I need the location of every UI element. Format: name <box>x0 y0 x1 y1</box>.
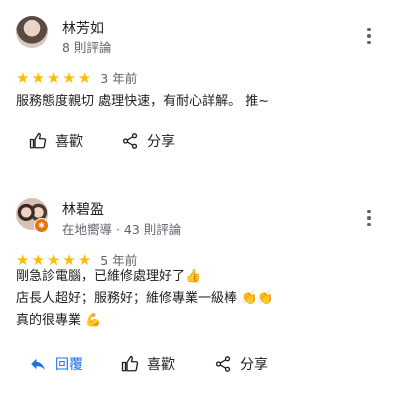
share-button[interactable]: 分享 <box>121 131 175 151</box>
share-button[interactable]: 分享 <box>214 354 268 374</box>
more-options-icon[interactable] <box>362 208 376 228</box>
reviewer-review-count: 8 則評論 <box>62 40 112 55</box>
share-icon <box>122 133 138 149</box>
star-icon: ★ <box>16 68 30 87</box>
more-options-icon[interactable] <box>362 26 376 46</box>
like-button[interactable]: 喜歡 <box>121 354 175 374</box>
reviewer-avatar[interactable] <box>16 16 48 48</box>
review-text: 剛急診電腦，已維修處理好了👍 店長人超好；服務好；維修專業一級棒 👏👏 真的很專… <box>16 266 274 332</box>
review-card: ✱ 林碧盈 在地嚮導 · 43 則評論 ★ ★ ★ ★ ★ 5 年前 剛急診電腦… <box>0 182 400 401</box>
reviewer-name[interactable]: 林碧盈 <box>62 199 104 219</box>
star-icon: ★ <box>77 68 92 87</box>
rating-row: ★ ★ ★ ★ ★ 3 年前 <box>16 68 137 87</box>
star-icon: ★ <box>46 68 61 87</box>
share-label: 分享 <box>240 357 268 373</box>
star-icon: ★ <box>62 68 76 87</box>
local-guide-badge-icon: ✱ <box>34 218 49 233</box>
review-text-line: 剛急診電腦，已維修處理好了👍 <box>16 269 202 284</box>
reply-label: 回覆 <box>55 357 83 373</box>
like-label: 喜歡 <box>55 134 83 150</box>
review-date: 3 年前 <box>100 71 138 86</box>
thumb-up-icon <box>29 132 47 149</box>
thumb-up-icon <box>121 355 139 372</box>
star-rating: ★ ★ ★ ★ ★ <box>16 70 91 86</box>
review-text-line: 服務態度親切 處理快速，有耐心詳解。 推~ <box>16 94 270 109</box>
review-text: 服務態度親切 處理快速，有耐心詳解。 推~ <box>16 91 269 113</box>
like-label: 喜歡 <box>147 357 175 373</box>
share-label: 分享 <box>147 134 175 150</box>
reply-icon <box>31 358 45 370</box>
star-icon: ★ <box>31 68 45 87</box>
reply-button[interactable]: 回覆 <box>29 354 83 374</box>
like-button[interactable]: 喜歡 <box>29 131 83 151</box>
reviewer-review-count: 在地嚮導 · 43 則評論 <box>62 222 182 237</box>
share-icon <box>215 356 231 372</box>
review-text-line: 真的很專業 💪 <box>16 313 102 328</box>
reviewer-name[interactable]: 林芳如 <box>62 18 104 38</box>
review-text-line: 店長人超好；服務好；維修專業一級棒 👏👏 <box>16 291 274 306</box>
review-card: 林芳如 8 則評論 ★ ★ ★ ★ ★ 3 年前 服務態度親切 處理快速，有耐心… <box>0 0 400 182</box>
